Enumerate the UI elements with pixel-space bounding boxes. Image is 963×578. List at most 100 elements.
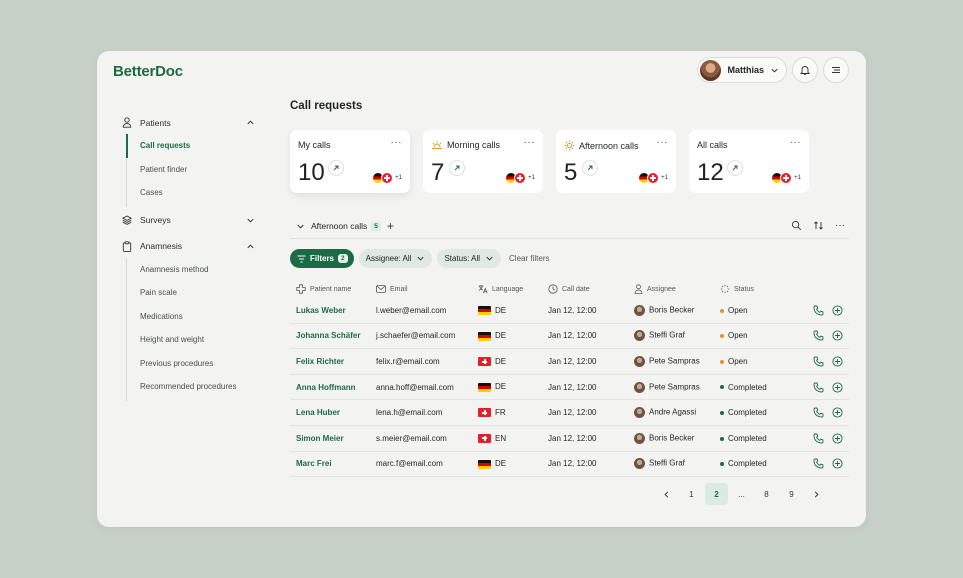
table-row[interactable]: Anna Hoffmann anna.hoff@email.com DE Jan 12…	[290, 375, 849, 401]
patient-name-link[interactable]: Lukas Weber	[290, 306, 376, 315]
prev-page-button[interactable]	[655, 483, 678, 505]
card-my-calls[interactable]: My calls ··· 10 +1	[290, 130, 410, 193]
chevron-down-icon[interactable]	[296, 222, 305, 231]
more-icon[interactable]: ···	[391, 137, 403, 148]
search-icon[interactable]	[791, 220, 802, 231]
flag-switzerland-icon	[478, 357, 491, 367]
add-circle-icon[interactable]	[832, 407, 843, 418]
sidebar-item-recommended-procedures[interactable]: Recommended procedures	[127, 375, 255, 399]
patient-name-link[interactable]: Anna Hoffmann	[290, 383, 376, 392]
user-menu-button[interactable]: Matthias	[697, 57, 787, 83]
column-header-assignee[interactable]: Assignee	[634, 284, 720, 294]
table-row[interactable]: Johanna Schäfer j.schaefer@email.com DE Jan…	[290, 324, 849, 350]
add-circle-icon[interactable]	[832, 305, 843, 316]
sidebar-item-previous-procedures[interactable]: Previous procedures	[127, 352, 255, 376]
open-card-button[interactable]	[449, 160, 465, 176]
status-label: Completed	[728, 433, 767, 443]
phone-icon[interactable]	[813, 356, 824, 367]
sidebar-group-anamnesis[interactable]: Anamnesis	[115, 235, 255, 258]
patient-name-link[interactable]: Simon Meier	[290, 434, 376, 443]
language-flags: +1	[771, 172, 801, 184]
column-header-email[interactable]: Email	[376, 285, 478, 293]
phone-icon[interactable]	[813, 305, 824, 316]
column-header-language[interactable]: Language	[478, 284, 548, 294]
page-8-button[interactable]: 8	[755, 483, 778, 505]
patient-name-link[interactable]: Johanna Schäfer	[290, 331, 376, 340]
sidebar-item-anamnesis-method[interactable]: Anamnesis method	[127, 258, 255, 282]
card-all-calls[interactable]: All calls ··· 12 +1	[689, 130, 809, 193]
avatar	[700, 59, 722, 81]
language-cell: DE	[478, 459, 548, 469]
sidebar-item-cases[interactable]: Cases	[127, 181, 255, 205]
add-tab-button[interactable]: +	[387, 219, 394, 233]
sidebar-group-surveys[interactable]: Surveys	[115, 209, 255, 232]
column-header-call-date[interactable]: Call date	[548, 284, 634, 294]
row-actions	[802, 305, 849, 316]
table-row[interactable]: Marc Frei marc.f@email.com DE Jan 12, 12:00…	[290, 452, 849, 478]
sidebar-group-patients[interactable]: Patients	[115, 111, 255, 134]
card-title-text: Morning calls	[447, 140, 501, 150]
phone-icon[interactable]	[813, 382, 824, 393]
language-code: DE	[495, 305, 507, 315]
add-circle-icon[interactable]	[832, 382, 843, 393]
layers-icon	[122, 215, 132, 225]
assignee-filter[interactable]: Assignee: All	[358, 249, 433, 268]
add-circle-icon[interactable]	[832, 433, 843, 444]
sidebar-subitems-anamnesis: Anamnesis method Pain scale Medications …	[126, 257, 255, 401]
medical-cross-icon	[296, 284, 306, 294]
assignee-filter-label: Assignee: All	[365, 254, 412, 263]
notifications-button[interactable]	[792, 57, 818, 83]
phone-icon[interactable]	[813, 433, 824, 444]
card-title-text: Afternoon calls	[579, 140, 639, 151]
more-flags-count: +1	[794, 175, 801, 181]
patient-name-link[interactable]: Felix Richter	[290, 357, 376, 366]
column-header-status[interactable]: Status	[720, 284, 802, 294]
filters-button[interactable]: Filters 2	[290, 249, 354, 268]
open-card-button[interactable]	[582, 160, 598, 176]
chevron-left-icon	[664, 490, 669, 498]
table-row[interactable]: Felix Richter felix.r@email.com DE Jan 12, …	[290, 349, 849, 375]
phone-icon[interactable]	[813, 458, 824, 469]
main-menu-button[interactable]	[823, 57, 849, 83]
status-cell: Completed	[720, 383, 802, 392]
table-row[interactable]: Simon Meier s.meier@email.com EN Jan 12, 12…	[290, 426, 849, 452]
more-icon[interactable]: ···	[524, 137, 536, 148]
table-row[interactable]: Lena Huber lena.h@email.com FR Jan 12, 12:0…	[290, 400, 849, 426]
language-code: FR	[495, 407, 506, 417]
more-icon[interactable]: ···	[790, 137, 802, 148]
next-page-button[interactable]	[805, 483, 828, 505]
phone-icon[interactable]	[813, 330, 824, 341]
status-filter[interactable]: Status: All	[437, 249, 502, 268]
card-afternoon-calls[interactable]: Afternoon calls ··· 5 +1	[556, 130, 676, 193]
page-2-button[interactable]: 2	[705, 483, 728, 505]
clear-filters-link[interactable]: Clear filters	[509, 254, 549, 263]
more-icon[interactable]: ···	[657, 137, 669, 148]
sidebar-item-medications[interactable]: Medications	[127, 305, 255, 329]
sidebar-item-call-requests[interactable]: Call requests	[126, 134, 255, 158]
more-icon[interactable]: ···	[835, 220, 845, 231]
language-code: DE	[495, 459, 507, 469]
patient-email: lena.h@email.com	[376, 408, 443, 418]
table-row[interactable]: Lukas Weber l.weber@email.com DE Jan 12, 12…	[290, 298, 849, 324]
sidebar-group-label: Patients	[140, 117, 171, 128]
add-circle-icon[interactable]	[832, 330, 843, 341]
card-morning-calls[interactable]: Morning calls ··· 7 +1	[423, 130, 543, 193]
call-date: Jan 12, 12:00	[548, 433, 597, 443]
add-circle-icon[interactable]	[832, 356, 843, 367]
sidebar-item-height-weight[interactable]: Height and weight	[127, 328, 255, 352]
column-header-patient[interactable]: Patient name	[290, 284, 376, 294]
phone-icon[interactable]	[813, 407, 824, 418]
sidebar-item-patient-finder[interactable]: Patient finder	[127, 158, 255, 182]
page-9-button[interactable]: 9	[780, 483, 803, 505]
open-card-button[interactable]	[328, 160, 344, 176]
patient-name-link[interactable]: Marc Frei	[290, 459, 376, 468]
add-circle-icon[interactable]	[832, 458, 843, 469]
page-1-button[interactable]: 1	[680, 483, 703, 505]
tab-afternoon-calls[interactable]: Afternoon calls	[311, 221, 367, 231]
sidebar-item-pain-scale[interactable]: Pain scale	[127, 281, 255, 305]
patient-name-link[interactable]: Lena Huber	[290, 408, 376, 417]
sort-icon[interactable]	[813, 220, 824, 231]
open-card-button[interactable]	[727, 160, 743, 176]
column-header-label: Status	[734, 285, 754, 293]
app-logo[interactable]: BetterDoc	[113, 63, 183, 80]
